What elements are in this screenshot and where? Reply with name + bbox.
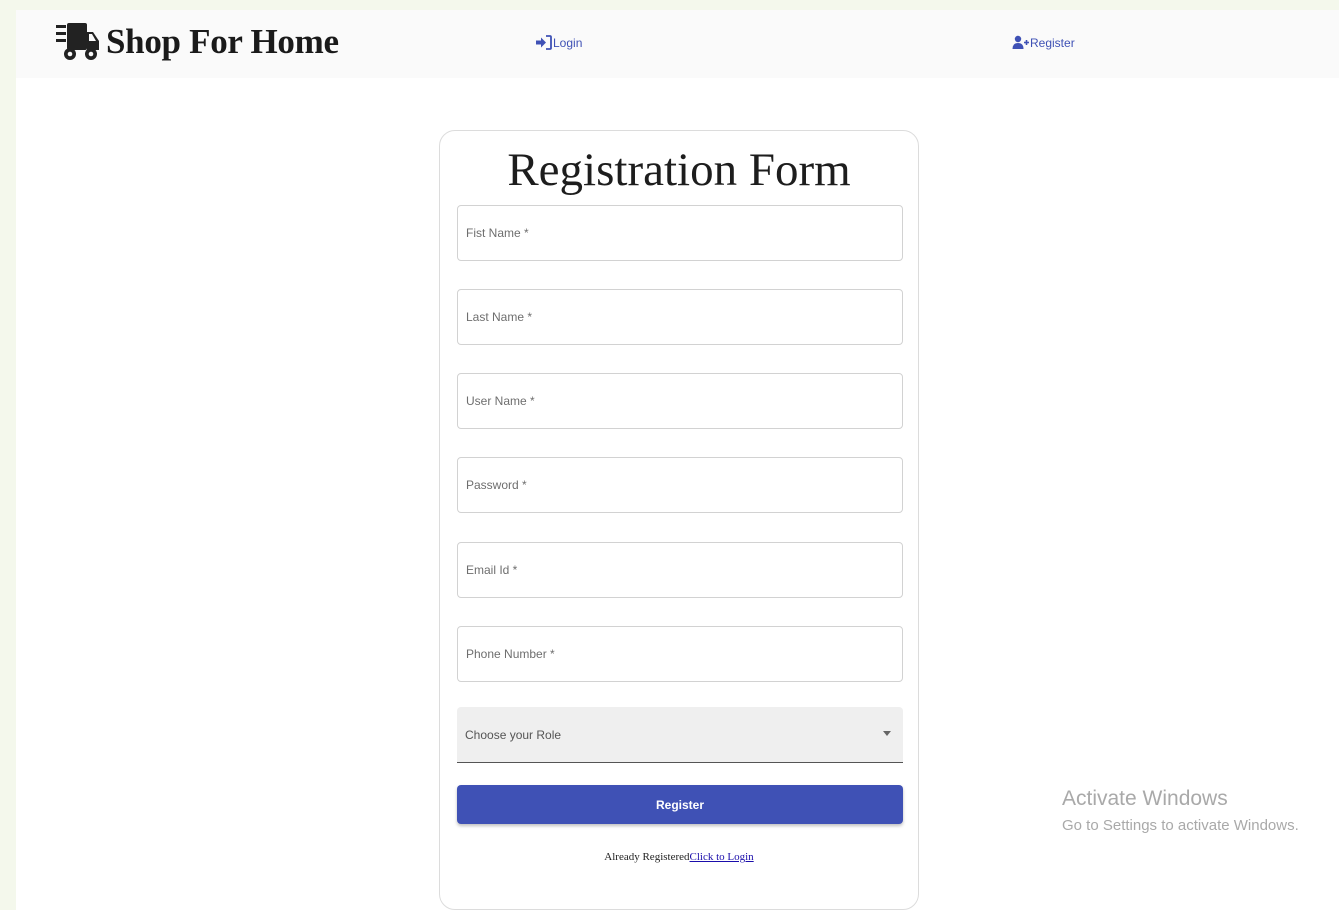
delivery-truck-icon <box>56 23 99 60</box>
nav-register-link[interactable]: Register <box>1012 35 1075 50</box>
phone-number-field[interactable] <box>457 626 903 682</box>
brand[interactable]: Shop For Home <box>56 20 339 64</box>
nav-register-label: Register <box>1030 35 1075 50</box>
password-input[interactable] <box>458 458 902 512</box>
password-field[interactable] <box>457 457 903 513</box>
last-name-field[interactable] <box>457 289 903 345</box>
first-name-field[interactable] <box>457 205 903 261</box>
watermark-title: Activate Windows <box>1062 787 1228 810</box>
already-registered-text: Already RegisteredClick to Login <box>440 851 918 863</box>
already-registered-label: Already Registered <box>604 851 690 863</box>
first-name-input[interactable] <box>458 206 902 260</box>
nav-login-link[interactable]: Login <box>535 35 582 50</box>
user-name-input[interactable] <box>458 374 902 428</box>
dropdown-arrow-icon <box>883 731 891 736</box>
navbar: Shop For Home Login Register <box>16 10 1339 78</box>
form-title: Registration Form <box>507 144 851 196</box>
role-select[interactable]: Choose your Role <box>457 707 903 763</box>
phone-number-input[interactable] <box>458 627 902 681</box>
last-name-input[interactable] <box>458 290 902 344</box>
registration-card: Registration Form Choose your Role Regis… <box>439 130 919 910</box>
brand-title: Shop For Home <box>106 22 339 61</box>
nav-login-label: Login <box>553 35 583 50</box>
email-input[interactable] <box>458 543 902 597</box>
role-select-label: Choose your Role <box>465 728 562 742</box>
user-name-field[interactable] <box>457 373 903 429</box>
watermark-subtitle: Go to Settings to activate Windows. <box>1062 817 1299 834</box>
page: Shop For Home Login Register Registratio… <box>16 10 1339 910</box>
sign-in-icon <box>536 35 552 50</box>
register-button[interactable]: Register <box>457 785 903 824</box>
email-field[interactable] <box>457 542 903 598</box>
user-plus-icon <box>1012 35 1029 49</box>
activate-windows-watermark: Activate Windows Go to Settings to activ… <box>1062 787 1299 834</box>
login-link[interactable]: Click to Login <box>690 851 754 863</box>
